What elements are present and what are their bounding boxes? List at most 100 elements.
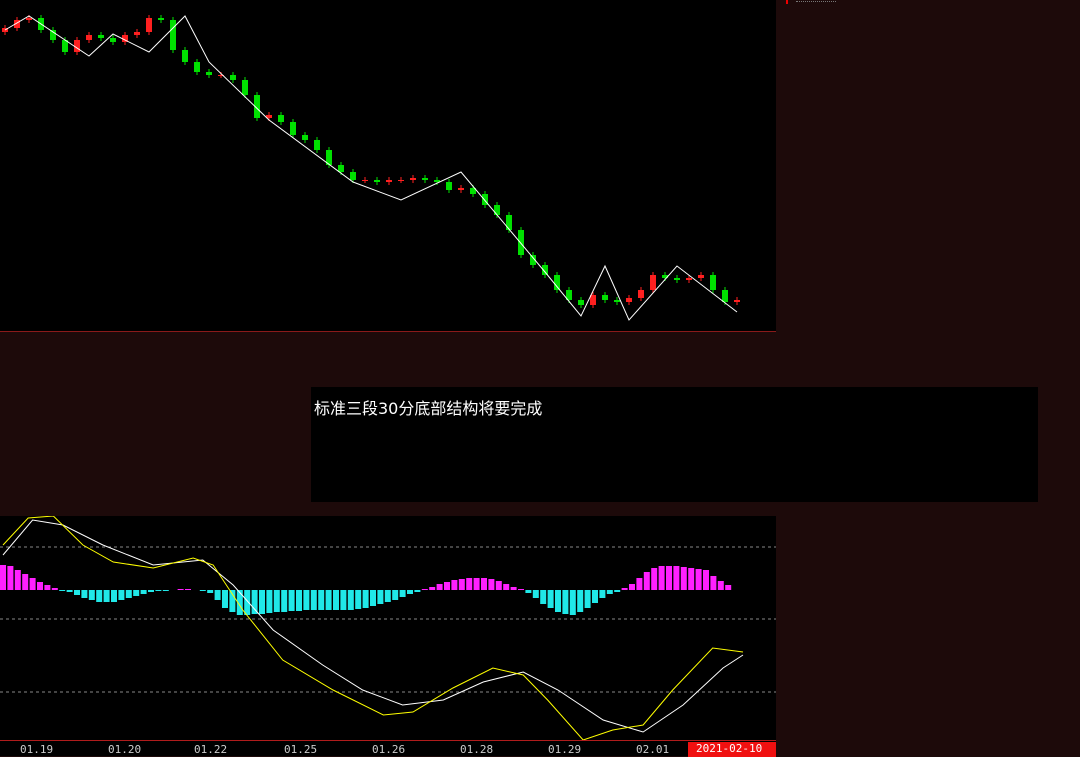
macd-bar	[370, 590, 376, 606]
macd-bar	[503, 584, 510, 590]
candle-down	[194, 62, 200, 72]
macd-bar	[451, 580, 458, 590]
macd-bar	[362, 590, 369, 608]
macd-bar	[273, 590, 280, 612]
macd-bar	[207, 590, 214, 593]
macd-bar	[44, 585, 51, 590]
macd-bar	[355, 590, 362, 609]
macd-bar	[251, 590, 258, 614]
macd-bar	[281, 590, 288, 612]
macd-bar	[643, 572, 650, 590]
candle-up	[458, 188, 464, 190]
axis-tick: 01.25	[284, 743, 318, 756]
candle-up	[410, 178, 416, 180]
candle-up	[26, 18, 32, 20]
candle-down	[278, 115, 284, 122]
macd-bar	[377, 590, 384, 604]
macd-bar	[88, 590, 95, 600]
axis-tick: 01.26	[372, 743, 406, 756]
macd-bar	[444, 582, 450, 590]
macd-bar	[66, 590, 73, 592]
candle-down	[206, 72, 212, 75]
candle-down	[290, 122, 296, 135]
macd-bar	[680, 567, 687, 590]
time-axis: 01.19 01.20 01.22 01.25 01.26 01.28 01.2…	[0, 740, 776, 757]
macd-bar	[125, 590, 132, 598]
macd-bar	[710, 576, 717, 590]
candle-down	[554, 275, 560, 290]
macd-bar	[666, 566, 672, 590]
candle-down	[158, 18, 164, 20]
candle-down	[602, 295, 608, 300]
annotation-text: 标准三段30分底部结构将要完成	[314, 399, 543, 418]
macd-bar	[673, 566, 680, 590]
candlestick-chart	[2, 15, 740, 321]
macd-bar	[414, 590, 421, 592]
macd-bar	[259, 590, 265, 614]
macd-panel[interactable]	[0, 516, 776, 740]
macd-bar	[725, 585, 732, 590]
macd-bar	[266, 590, 273, 613]
candle-up	[398, 180, 404, 181]
macd-bar	[140, 590, 147, 594]
macd-bar	[177, 589, 184, 590]
candle-up	[626, 298, 632, 302]
candle-down	[674, 278, 680, 280]
macd-bar	[222, 590, 228, 608]
macd-bar	[199, 590, 206, 591]
dea-line	[2, 519, 744, 733]
macd-bar	[421, 589, 428, 590]
macd-bar	[347, 590, 354, 610]
macd-bar	[592, 590, 598, 603]
macd-bar	[658, 566, 665, 590]
macd-bar	[399, 590, 406, 597]
candle-down	[422, 178, 428, 180]
macd-bar	[569, 590, 576, 615]
macd-chart	[0, 516, 776, 740]
macd-bar	[340, 590, 347, 610]
price-chart-panel[interactable]	[0, 0, 776, 332]
macd-bar	[481, 578, 487, 590]
macd-bar	[118, 590, 125, 600]
macd-bar	[37, 582, 43, 590]
axis-tick: 01.20	[108, 743, 142, 756]
candle-down	[314, 140, 320, 150]
macd-bar	[155, 590, 162, 591]
candle-down	[338, 165, 344, 172]
candle-up	[698, 275, 704, 278]
macd-bar	[384, 590, 391, 602]
macd-bar	[614, 590, 621, 592]
candle-up	[362, 180, 368, 181]
macd-bar	[288, 590, 295, 611]
candle-down	[494, 205, 500, 215]
macd-bar	[621, 588, 628, 590]
macd-bar	[599, 590, 606, 598]
macd-bar	[303, 590, 310, 610]
macd-bar	[214, 590, 221, 600]
macd-bar	[229, 590, 236, 612]
candle-down	[242, 80, 248, 95]
macd-bar	[518, 589, 524, 590]
macd-bar	[318, 590, 325, 610]
macd-bar	[488, 579, 495, 590]
macd-bar	[103, 590, 110, 602]
macd-bar	[14, 570, 21, 590]
macd-bar	[584, 590, 591, 608]
macd-bar	[458, 579, 465, 590]
macd-bar	[525, 590, 532, 593]
candle-up	[650, 275, 656, 290]
candle-down	[350, 172, 356, 180]
macd-bar	[510, 587, 517, 590]
candle-up	[638, 290, 644, 298]
candle-up	[386, 180, 392, 182]
macd-bar	[22, 574, 29, 590]
candle-down	[710, 275, 716, 290]
macd-bar	[495, 581, 502, 590]
candle-up	[686, 278, 692, 280]
axis-tick: 02.01	[636, 743, 670, 756]
macd-bar	[540, 590, 547, 604]
macd-bar	[577, 590, 584, 612]
axis-tick: 01.29	[548, 743, 582, 756]
candle-down	[722, 290, 728, 302]
macd-bar	[688, 568, 695, 590]
